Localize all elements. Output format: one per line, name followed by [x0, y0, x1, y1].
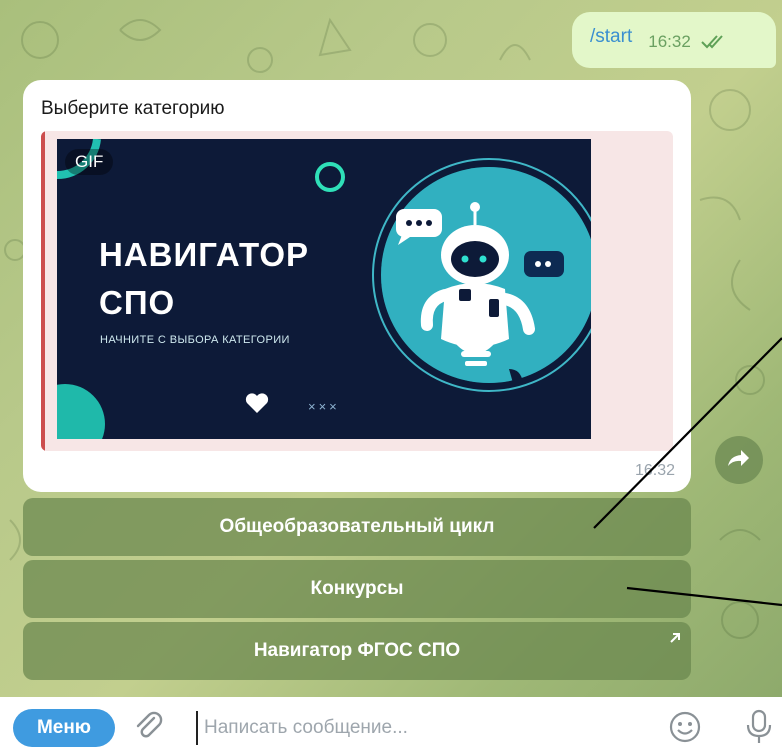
bot-message[interactable]: Выберите категорию GIF НАВИГАТОР СПО НАЧ… — [23, 80, 691, 492]
inline-button-label: Общеобразовательный цикл — [219, 516, 495, 537]
message-time: 16:32 — [634, 462, 675, 479]
inline-button-general-education[interactable]: Общеобразовательный цикл — [23, 498, 691, 556]
message-composer: Меню — [0, 697, 782, 755]
double-check-icon — [701, 35, 727, 54]
inline-button-label: Конкурсы — [310, 578, 404, 599]
share-button[interactable] — [715, 436, 763, 484]
preview-accent-bar — [41, 131, 45, 451]
share-arrow-icon — [727, 448, 751, 473]
gif-title-line-2: СПО — [99, 284, 176, 321]
menu-button[interactable]: Меню — [13, 709, 115, 747]
gif-badge: GIF — [65, 149, 114, 175]
gif-title: НАВИГАТОР СПО — [99, 231, 309, 327]
message-input[interactable] — [196, 711, 646, 745]
message-caption: Выберите категорию — [41, 98, 225, 119]
gif-title-line-1: НАВИГАТОР — [99, 236, 310, 273]
gif-subtitle: НАЧНИТЕ С ВЫБОРА КАТЕГОРИИ — [100, 334, 290, 346]
message-time: 16:32 — [648, 32, 691, 51]
message-text: /start — [590, 26, 633, 47]
inline-button-fgos-navigator[interactable]: Навигатор ФГОС СПО — [23, 622, 691, 680]
gif-animation[interactable]: GIF НАВИГАТОР СПО НАЧНИТЕ С ВЫБОРА КАТЕГ… — [57, 139, 591, 439]
paperclip-icon[interactable] — [132, 709, 166, 748]
microphone-icon[interactable] — [744, 709, 774, 750]
external-link-icon — [669, 628, 681, 650]
inline-button-label: Навигатор ФГОС СПО — [253, 640, 461, 661]
link-preview[interactable]: GIF НАВИГАТОР СПО НАЧНИТЕ С ВЫБОРА КАТЕГ… — [41, 131, 673, 451]
emoji-icon[interactable] — [668, 710, 702, 749]
inline-button-contests[interactable]: Конкурсы — [23, 560, 691, 618]
chat-background: /start 16:32 Выберите категорию GIF НАВИ… — [0, 0, 782, 697]
outgoing-message[interactable]: /start 16:32 — [572, 12, 776, 68]
gif-decoration: ××× — [308, 399, 340, 414]
